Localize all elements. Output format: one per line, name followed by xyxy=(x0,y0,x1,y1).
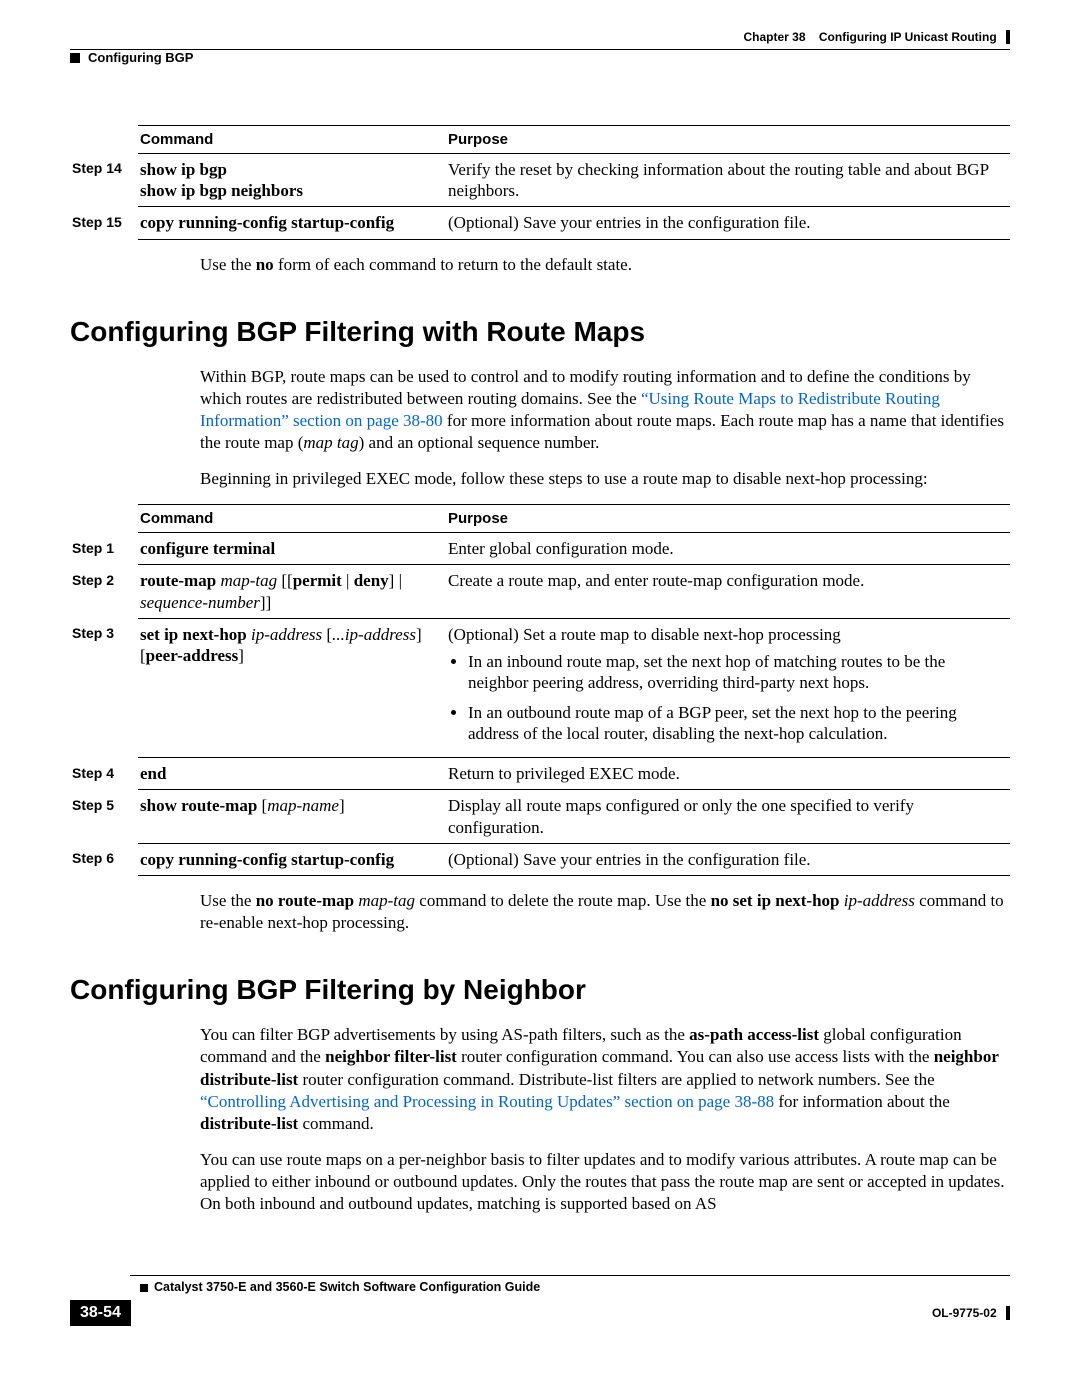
step-label: Step 4 xyxy=(70,758,138,790)
heading-neighbor: Configuring BGP Filtering by Neighbor xyxy=(70,974,1010,1006)
col-purpose: Purpose xyxy=(446,125,1010,153)
xref-link[interactable]: “Controlling Advertising and Processing … xyxy=(200,1092,774,1111)
col-command: Command xyxy=(138,125,446,153)
table-row: Step 1 configure terminal Enter global c… xyxy=(70,533,1010,565)
step-label: Step 6 xyxy=(70,843,138,875)
purpose-cell: Return to privileged EXEC mode. xyxy=(446,758,1010,790)
body-paragraph: Use the no route-map map-tag command to … xyxy=(200,890,1010,934)
chapter-title: Configuring IP Unicast Routing xyxy=(819,30,997,44)
body-paragraph: You can filter BGP advertisements by usi… xyxy=(200,1024,1010,1215)
command-table-2: Command Purpose Step 1 configure termina… xyxy=(70,504,1010,876)
command-cell: end xyxy=(138,758,446,790)
purpose-cell: Display all route maps configured or onl… xyxy=(446,790,1010,844)
purpose-cell: Create a route map, and enter route-map … xyxy=(446,565,1010,619)
col-command: Command xyxy=(138,505,446,533)
step-label: Step 1 xyxy=(70,533,138,565)
command-table-1: Command Purpose Step 14 show ip bgp show… xyxy=(70,125,1010,240)
command-cell: copy running-config startup-config xyxy=(138,207,446,239)
purpose-cell: Verify the reset by checking information… xyxy=(446,153,1010,207)
page: Chapter 38 Configuring IP Unicast Routin… xyxy=(0,0,1080,1356)
command-cell: route-map map-tag [[permit | deny] | seq… xyxy=(138,565,446,619)
purpose-cell: (Optional) Save your entries in the conf… xyxy=(446,207,1010,239)
table-row: Step 2 route-map map-tag [[permit | deny… xyxy=(70,565,1010,619)
command-cell: copy running-config startup-config xyxy=(138,843,446,875)
table-row: Step 4 end Return to privileged EXEC mod… xyxy=(70,758,1010,790)
command-cell: set ip next-hop ip-address [...ip-addres… xyxy=(138,618,446,757)
purpose-cell: (Optional) Save your entries in the conf… xyxy=(446,843,1010,875)
running-header-right: Chapter 38 Configuring IP Unicast Routin… xyxy=(70,30,1010,45)
command-cell: show route-map [map-name] xyxy=(138,790,446,844)
table-row: Step 5 show route-map [map-name] Display… xyxy=(70,790,1010,844)
col-purpose: Purpose xyxy=(446,505,1010,533)
step-label: Step 14 xyxy=(70,153,138,207)
guide-title: Catalyst 3750-E and 3560-E Switch Softwa… xyxy=(154,1280,540,1294)
table-row: Step 6 copy running-config startup-confi… xyxy=(70,843,1010,875)
step-label: Step 5 xyxy=(70,790,138,844)
page-footer: Catalyst 3750-E and 3560-E Switch Softwa… xyxy=(70,1275,1010,1326)
purpose-cell: Enter global configuration mode. xyxy=(446,533,1010,565)
body-paragraph: Use the no form of each command to retur… xyxy=(200,254,1010,276)
footer-bar-icon xyxy=(1006,1306,1010,1320)
list-item: In an outbound route map of a BGP peer, … xyxy=(468,702,1004,745)
command-cell: configure terminal xyxy=(138,533,446,565)
chapter-label: Chapter 38 xyxy=(744,30,806,44)
section-name: Configuring BGP xyxy=(88,50,193,65)
table-row: Step 14 show ip bgp show ip bgp neighbor… xyxy=(70,153,1010,207)
heading-route-maps: Configuring BGP Filtering with Route Map… xyxy=(70,316,1010,348)
running-header-left: Configuring BGP xyxy=(70,50,1010,65)
page-number-badge: 38-54 xyxy=(70,1300,131,1326)
step-label: Step 3 xyxy=(70,618,138,757)
step-label: Step 15 xyxy=(70,207,138,239)
header-bar-icon xyxy=(1006,30,1010,44)
purpose-cell: (Optional) Set a route map to disable ne… xyxy=(446,618,1010,757)
table-row: Step 15 copy running-config startup-conf… xyxy=(70,207,1010,239)
step-label: Step 2 xyxy=(70,565,138,619)
table-row: Step 3 set ip next-hop ip-address [...ip… xyxy=(70,618,1010,757)
square-bullet-icon xyxy=(140,1284,148,1292)
doc-id: OL-9775-02 xyxy=(932,1306,997,1320)
command-cell: show ip bgp show ip bgp neighbors xyxy=(138,153,446,207)
square-bullet-icon xyxy=(70,53,80,63)
list-item: In an inbound route map, set the next ho… xyxy=(468,651,1004,694)
body-paragraph: Within BGP, route maps can be used to co… xyxy=(200,366,1010,490)
